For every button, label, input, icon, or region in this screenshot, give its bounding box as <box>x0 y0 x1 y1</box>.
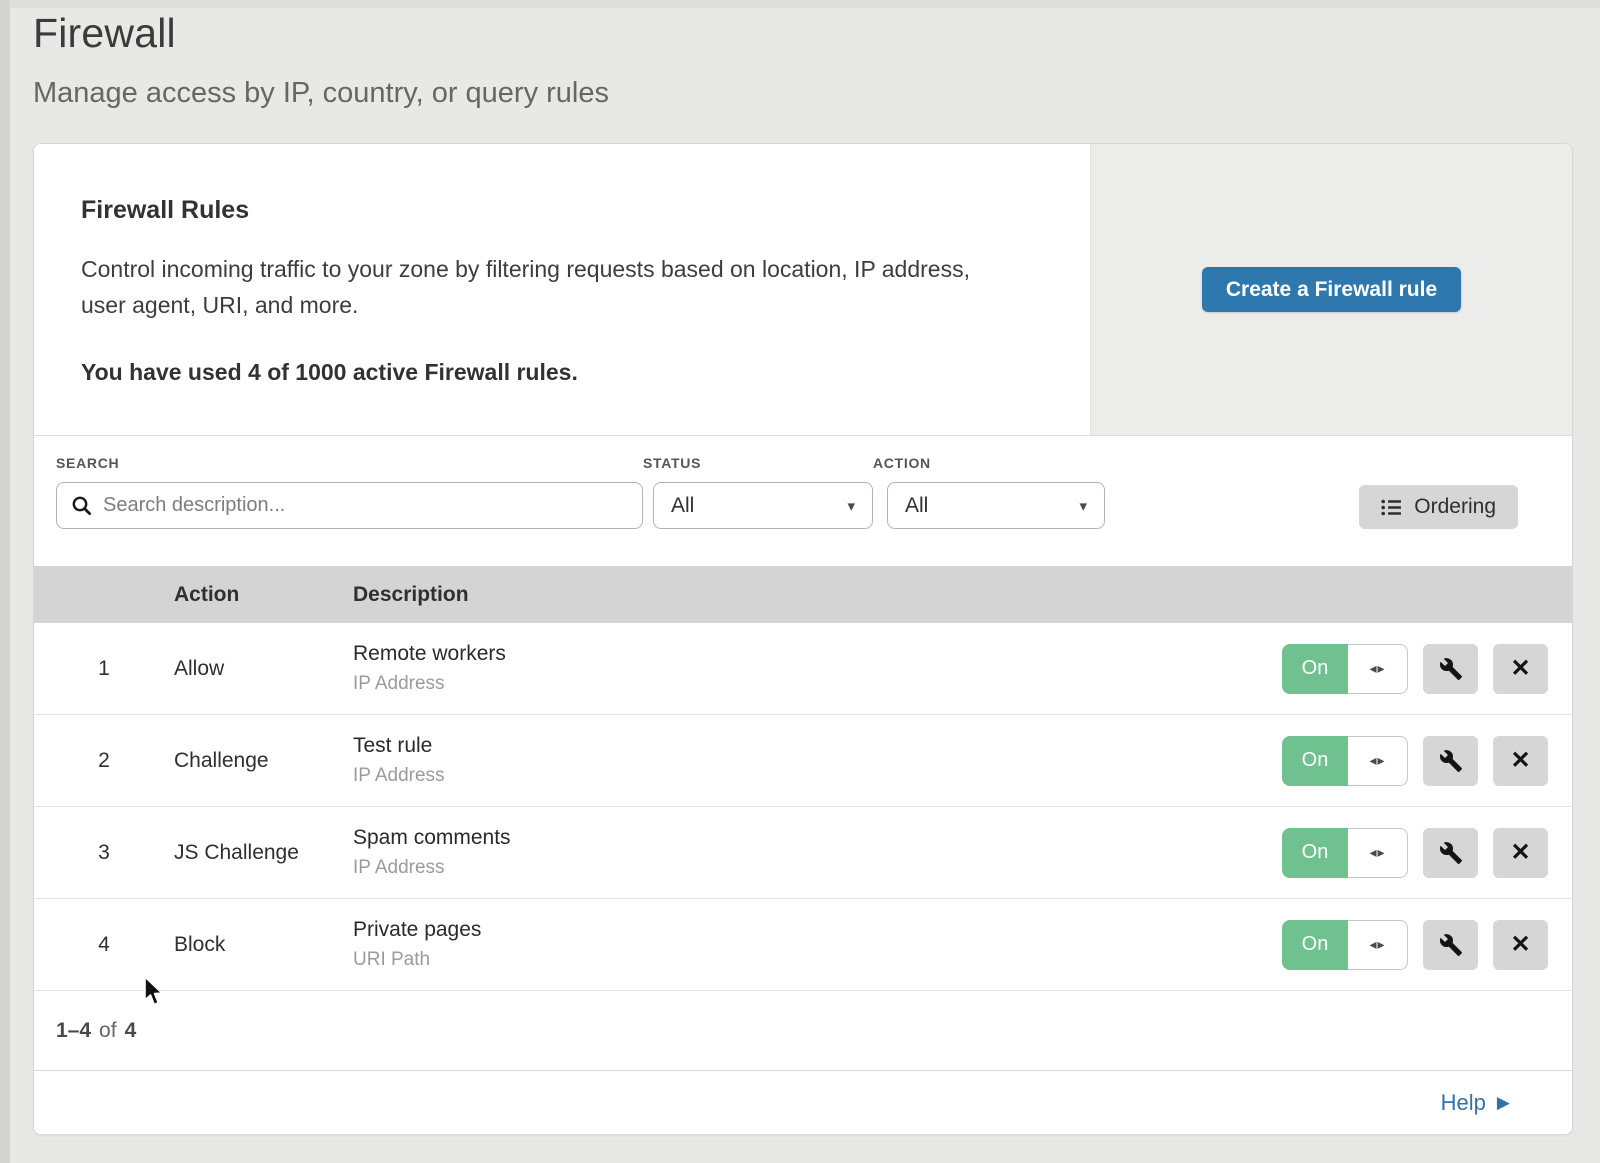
page-top-edge <box>0 0 1600 8</box>
toggle-on-label: On <box>1282 644 1348 694</box>
search-box[interactable] <box>56 482 643 529</box>
rule-match-type: IP Address <box>353 857 1236 879</box>
rule-enabled-toggle[interactable]: On ◂▸ <box>1282 920 1408 970</box>
table-row: 4 Block Private pages URI Path On ◂▸ ✕ <box>34 899 1572 991</box>
intro-main: Firewall Rules Control incoming traffic … <box>34 144 1090 435</box>
intro-section: Firewall Rules Control incoming traffic … <box>34 144 1572 436</box>
action-selected-value: All <box>905 494 928 518</box>
rule-priority: 4 <box>34 933 174 957</box>
rule-action: JS Challenge <box>174 841 353 865</box>
edit-rule-button[interactable] <box>1423 644 1478 694</box>
column-header-description: Description <box>353 583 1236 607</box>
rule-action: Challenge <box>174 749 353 773</box>
toggle-arrows-icon: ◂▸ <box>1348 644 1408 694</box>
search-input[interactable] <box>103 494 628 517</box>
rule-enabled-toggle[interactable]: On ◂▸ <box>1282 736 1408 786</box>
rule-enabled-toggle[interactable]: On ◂▸ <box>1282 828 1408 878</box>
search-icon <box>71 495 92 516</box>
page-title: Firewall <box>33 10 609 57</box>
toggle-arrows-icon: ◂▸ <box>1348 828 1408 878</box>
rule-priority: 1 <box>34 657 174 681</box>
rule-priority: 3 <box>34 841 174 865</box>
close-icon: ✕ <box>1510 930 1530 959</box>
wrench-icon <box>1439 749 1463 773</box>
table-row: 1 Allow Remote workers IP Address On ◂▸ … <box>34 623 1572 715</box>
table-row: 3 JS Challenge Spam comments IP Address … <box>34 807 1572 899</box>
page-left-edge <box>0 0 10 1163</box>
rule-description: Test rule <box>353 734 1236 758</box>
rule-controls: On ◂▸ ✕ <box>1236 920 1572 970</box>
close-icon: ✕ <box>1510 838 1530 867</box>
chevron-down-icon: ▾ <box>1079 497 1087 515</box>
toggle-on-label: On <box>1282 920 1348 970</box>
help-arrow-icon: ▶ <box>1497 1093 1510 1113</box>
edit-rule-button[interactable] <box>1423 736 1478 786</box>
rule-controls: On ◂▸ ✕ <box>1236 828 1572 878</box>
pagination-range: 1–4 <box>56 1019 91 1043</box>
rule-description: Private pages <box>353 918 1236 942</box>
card-footer: Help ▶ <box>34 1071 1572 1134</box>
action-label: ACTION <box>873 455 1105 471</box>
status-filter-group: STATUS All ▾ <box>643 455 873 529</box>
wrench-icon <box>1439 841 1463 865</box>
card-description: Control incoming traffic to your zone by… <box>81 251 1020 323</box>
rule-match-type: URI Path <box>353 949 1236 971</box>
firewall-rules-card: Firewall Rules Control incoming traffic … <box>33 143 1573 1135</box>
rule-controls: On ◂▸ ✕ <box>1236 736 1572 786</box>
page-header: Firewall Manage access by IP, country, o… <box>33 10 609 110</box>
toggle-arrows-icon: ◂▸ <box>1348 920 1408 970</box>
delete-rule-button[interactable]: ✕ <box>1493 736 1548 786</box>
usage-summary: You have used 4 of 1000 active Firewall … <box>81 359 1020 386</box>
rule-priority: 2 <box>34 749 174 773</box>
rule-action: Block <box>174 933 353 957</box>
toggle-arrows-icon: ◂▸ <box>1348 736 1408 786</box>
ordering-list-icon <box>1381 499 1402 516</box>
create-firewall-rule-button[interactable]: Create a Firewall rule <box>1202 267 1461 312</box>
delete-rule-button[interactable]: ✕ <box>1493 828 1548 878</box>
table-row: 2 Challenge Test rule IP Address On ◂▸ ✕ <box>34 715 1572 807</box>
status-selected-value: All <box>671 494 694 518</box>
wrench-icon <box>1439 657 1463 681</box>
rule-description: Remote workers <box>353 642 1236 666</box>
delete-rule-button[interactable]: ✕ <box>1493 644 1548 694</box>
intro-aside: Create a Firewall rule <box>1090 144 1572 435</box>
filters-bar: SEARCH STATUS All ▾ ACTION All ▾ <box>34 436 1572 566</box>
rule-description: Spam comments <box>353 826 1236 850</box>
rule-description-cell: Private pages URI Path <box>353 918 1236 971</box>
search-label: SEARCH <box>56 455 643 471</box>
column-header-action: Action <box>174 583 353 607</box>
page-subtitle: Manage access by IP, country, or query r… <box>33 77 609 110</box>
help-link[interactable]: Help ▶ <box>1441 1090 1510 1116</box>
status-select[interactable]: All ▾ <box>653 482 873 529</box>
toggle-on-label: On <box>1282 736 1348 786</box>
pagination-of: of <box>99 1019 117 1043</box>
delete-rule-button[interactable]: ✕ <box>1493 920 1548 970</box>
rule-controls: On ◂▸ ✕ <box>1236 644 1572 694</box>
rule-description-cell: Test rule IP Address <box>353 734 1236 787</box>
rule-description-cell: Remote workers IP Address <box>353 642 1236 695</box>
pagination-summary: 1–4 of 4 <box>34 991 1572 1071</box>
status-label: STATUS <box>643 455 873 471</box>
help-link-label: Help <box>1441 1090 1486 1116</box>
table-header: Action Description <box>34 566 1572 623</box>
wrench-icon <box>1439 933 1463 957</box>
rule-enabled-toggle[interactable]: On ◂▸ <box>1282 644 1408 694</box>
card-heading: Firewall Rules <box>81 196 1020 225</box>
ordering-button[interactable]: Ordering <box>1359 485 1518 529</box>
close-icon: ✕ <box>1510 746 1530 775</box>
close-icon: ✕ <box>1510 654 1530 683</box>
pagination-total: 4 <box>125 1019 137 1043</box>
rule-match-type: IP Address <box>353 765 1236 787</box>
search-filter-group: SEARCH <box>56 455 643 529</box>
chevron-down-icon: ▾ <box>847 497 855 515</box>
action-filter-group: ACTION All ▾ <box>873 455 1105 529</box>
edit-rule-button[interactable] <box>1423 920 1478 970</box>
rule-action: Allow <box>174 657 353 681</box>
edit-rule-button[interactable] <box>1423 828 1478 878</box>
rule-description-cell: Spam comments IP Address <box>353 826 1236 879</box>
action-select[interactable]: All ▾ <box>887 482 1105 529</box>
ordering-button-label: Ordering <box>1414 495 1496 519</box>
toggle-on-label: On <box>1282 828 1348 878</box>
rule-match-type: IP Address <box>353 673 1236 695</box>
